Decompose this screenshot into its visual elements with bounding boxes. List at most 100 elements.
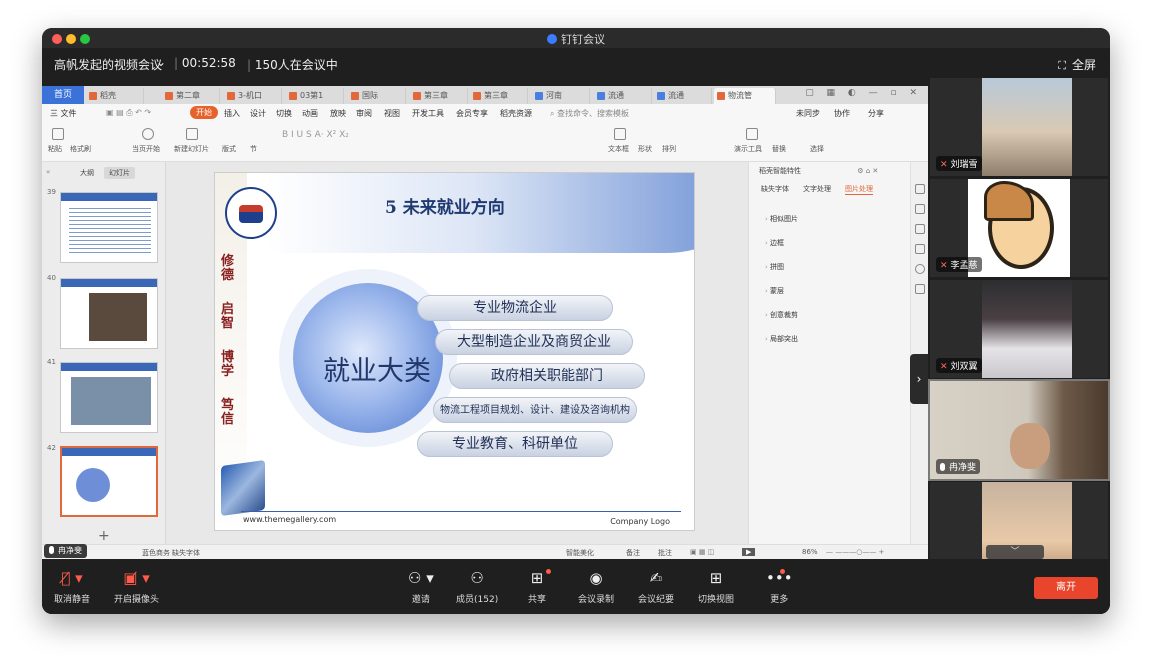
panel-controls-icons[interactable]: ⚙ ⌂ ✕ [857,167,878,175]
leave-meeting-button[interactable]: 离开 [1034,577,1098,599]
app-title-text: 钉钉会议 [561,33,605,46]
section-button[interactable]: 节 [250,144,257,154]
tab-text-process[interactable]: 文字处理 [803,184,831,194]
wps-tab[interactable]: 第三章 [470,88,528,104]
start-camera-button[interactable]: ▣̸ ▾ 开启摄像头 [114,569,159,605]
share-doc-button[interactable]: 分享 [868,108,884,119]
menu-file[interactable]: 三 文件 [50,108,77,119]
theme-name[interactable]: 蓝色商务 [142,548,170,558]
shape-button[interactable]: 形状 [638,144,652,154]
collab-button[interactable]: 协作 [834,108,850,119]
menu-developer[interactable]: 开发工具 [412,108,444,119]
slide-thumbnail[interactable] [60,278,158,349]
wps-tab[interactable]: 03第1 [286,88,344,104]
wps-tab[interactable]: 第三章 [410,88,468,104]
mic-muted-icon: 🎙̸ ▾ [61,569,83,587]
wps-tab[interactable]: 河南 [532,88,590,104]
side-tool-icon[interactable] [915,284,925,294]
collapse-pane-icon[interactable]: « [46,168,50,176]
notes-button[interactable]: ✍ 会议纪要 [638,569,674,605]
tab-image-process[interactable]: 图片处理 [845,184,873,195]
replace-button[interactable]: 替换 [772,144,786,154]
menu-insert[interactable]: 插入 [224,108,240,119]
command-search-input[interactable]: ⌕ 查找命令、搜索模板 [550,108,629,119]
wps-tab[interactable]: 稻壳 [86,88,144,104]
panel-item[interactable]: 相似图片 [765,214,798,224]
menu-transition[interactable]: 切换 [276,108,292,119]
participant-tile[interactable]: ✕ 李孟慈 [930,179,1108,277]
participant-tile[interactable]: ✕ 刘双翼 [930,280,1108,378]
textbox-button[interactable]: 文本框 [608,144,629,154]
new-slide-button[interactable]: 新建幻灯片 [174,144,209,154]
menu-slideshow[interactable]: 放映 [330,108,346,119]
gallery-down-arrow-icon[interactable]: ﹀ [986,545,1044,559]
presentation-tools-button[interactable]: 演示工具 [734,144,762,154]
quick-access-icons[interactable]: ▣ ▤ ⎙ ↶ ↷ [106,108,151,118]
notes-button[interactable]: 备注 [626,548,640,558]
side-tool-icon[interactable] [915,204,925,214]
wps-tab[interactable]: 流通 [594,88,652,104]
panel-item[interactable]: 边框 [765,238,784,248]
wps-tab[interactable]: 3-机口 [224,88,282,104]
panel-item[interactable]: 创意裁剪 [765,310,798,320]
side-tool-icon[interactable] [915,244,925,254]
menu-docer[interactable]: 稻壳资源 [500,108,532,119]
sync-status[interactable]: 未同步 [796,108,820,119]
record-button[interactable]: ◉ 会议录制 [578,569,614,605]
arrange-button[interactable]: 排列 [662,144,676,154]
add-slide-button[interactable]: + [98,528,110,544]
wps-tab[interactable]: 流通 [654,88,712,104]
current-slide[interactable]: 5 未来就业方向 修德 启智 博学 笃信 专业物流企业 大型制造企业及商贸企业 … [214,172,695,531]
start-camera-label: 开启摄像头 [114,595,160,605]
menu-view[interactable]: 视图 [384,108,400,119]
invite-button[interactable]: ⚇ ▾ 邀请 [408,569,434,605]
play-slideshow-icon[interactable]: ▶ [742,548,756,556]
participant-tile-speaking[interactable]: 冉净斐 [928,379,1110,481]
help-icon[interactable] [915,264,925,274]
tab-missing-font[interactable]: 缺失字体 [761,184,789,194]
zoom-slider[interactable]: — ———○—— + [826,548,884,556]
slide-thumbnail-selected[interactable] [60,446,158,517]
participant-tile[interactable]: ✕ 刘瑞雪 [930,78,1108,176]
panel-item[interactable]: 拼图 [765,262,784,272]
menu-review[interactable]: 审阅 [356,108,372,119]
zoom-level[interactable]: 86% [802,548,818,556]
tab-outline[interactable]: 大纲 [80,168,94,178]
switch-view-button[interactable]: ⊞ 切换视图 [698,569,734,605]
panel-item[interactable]: 局部突出 [765,334,798,344]
menu-animation[interactable]: 动画 [302,108,318,119]
side-tool-icon[interactable] [915,184,925,194]
select-button[interactable]: 选择 [810,144,824,154]
layout-button[interactable]: 版式 [222,144,236,154]
wps-window-controls[interactable]: ▢ ▦ ◐ — ▫ ✕ [805,88,922,98]
chevron-down-icon[interactable]: ⌄ [156,55,166,69]
tab-slides[interactable]: 幻灯片 [104,167,135,179]
meeting-name[interactable]: 高帆发起的视频会议 [54,56,162,73]
missing-font-status[interactable]: 缺失字体 [172,548,200,558]
play-from-current-button[interactable]: 当页开始 [132,144,160,154]
collapse-gallery-button[interactable]: › [910,354,928,404]
wps-home-tab[interactable]: 首页 [42,86,84,104]
slide-thumbnail[interactable] [60,362,158,433]
more-button[interactable]: ••• 更多 [766,569,793,605]
smart-beautify-button[interactable]: 智能美化 [566,548,594,558]
view-mode-icons[interactable]: ▣ ▦ ◫ [690,548,714,556]
comments-button[interactable]: 批注 [658,548,672,558]
fullscreen-button[interactable]: ⛶ 全屏 [1058,56,1096,73]
format-painter-button[interactable]: 格式刷 [70,144,91,154]
unmute-button[interactable]: 🎙̸ ▾ 取消静音 [54,569,90,605]
wps-tab[interactable]: 第二章 [162,88,220,104]
wps-tab[interactable]: 国际 [348,88,406,104]
motto-text: 启智 [221,302,235,331]
wps-tab-active[interactable]: 物流管 [714,88,776,104]
paste-button[interactable]: 粘贴 [48,144,62,154]
share-button[interactable]: ⊞ 共享 [528,569,551,605]
menu-home[interactable]: 开始 [190,106,218,119]
members-button[interactable]: ⚇ 成员(152) [456,569,498,605]
panel-item[interactable]: 蒙层 [765,286,784,296]
slide-thumbnail[interactable] [60,192,158,263]
menu-member[interactable]: 会员专享 [456,108,488,119]
font-format-icons[interactable]: B I U S A· X² X₂ [282,130,349,140]
menu-design[interactable]: 设计 [250,108,266,119]
side-tool-icon[interactable] [915,224,925,234]
